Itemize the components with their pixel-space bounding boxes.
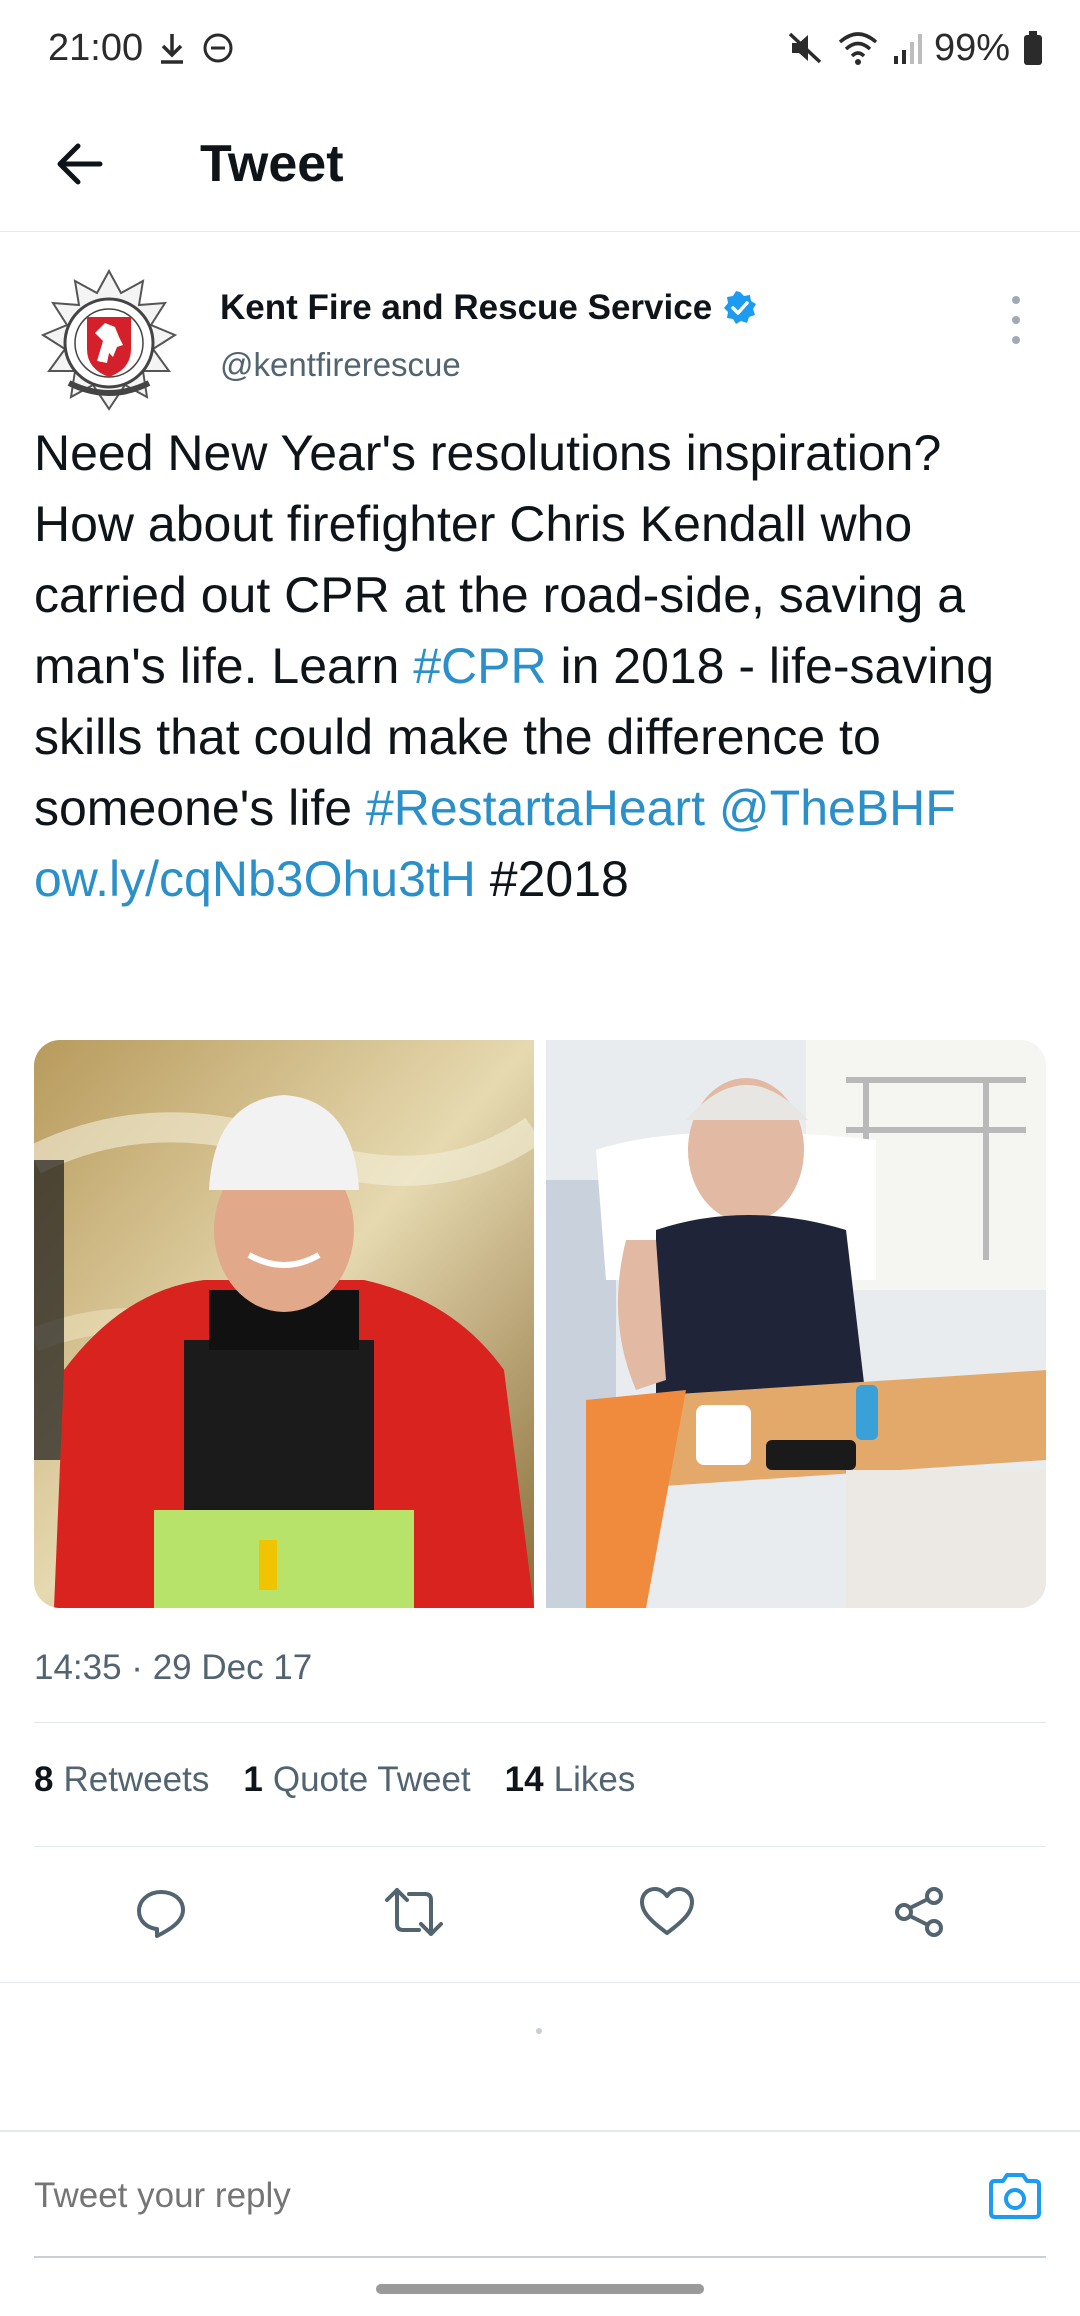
tweet-text-segment: [956, 780, 970, 836]
media-grid: [34, 1040, 1046, 1608]
divider: [34, 1846, 1046, 1847]
retweets-stat[interactable]: 8 Retweets: [34, 1760, 209, 1800]
divider: [0, 1982, 1080, 1983]
avatar[interactable]: [34, 268, 184, 418]
reply-underline: [34, 2256, 1046, 2258]
mute-icon: [786, 30, 824, 66]
share-button[interactable]: [875, 1867, 965, 1957]
author-handle[interactable]: @kentfirerescue: [220, 346, 461, 384]
tweet-link[interactable]: #RestartaHeart: [366, 780, 705, 836]
share-icon: [894, 1887, 943, 1937]
more-dot: [1012, 296, 1020, 304]
wifi-icon: [836, 30, 880, 66]
tweet-link[interactable]: #CPR: [413, 638, 546, 694]
reply-input[interactable]: [34, 2176, 984, 2216]
battery-icon: [1022, 30, 1044, 66]
divider: [34, 1722, 1046, 1723]
camera-icon: [989, 2173, 1041, 2219]
battery-percent: 99%: [933, 26, 1010, 69]
patient-photo-image: [546, 1040, 1046, 1608]
back-arrow-icon: [57, 143, 103, 184]
retweets-label: Retweets: [63, 1760, 210, 1799]
fire-brigade-badge-icon: [40, 268, 178, 411]
verified-badge-icon: [724, 291, 757, 324]
back-button[interactable]: [40, 124, 120, 204]
tweet-link[interactable]: @TheBHF: [719, 780, 956, 836]
quote-tweets-stat[interactable]: 1 Quote Tweet: [243, 1760, 470, 1800]
camera-button[interactable]: [984, 2165, 1046, 2227]
page-title: Tweet: [200, 134, 344, 193]
download-icon: [157, 30, 187, 66]
tweet-text-segment: [705, 780, 719, 836]
more-options-button[interactable]: [996, 290, 1036, 350]
author-name-row[interactable]: Kent Fire and Rescue Service: [220, 288, 758, 328]
signal-icon: [892, 30, 922, 66]
quotes-label: Quote Tweet: [272, 1760, 471, 1799]
tweet-link[interactable]: ow.ly/​cqNb3Ohu3tH: [34, 851, 476, 907]
app-header: Tweet: [0, 96, 1080, 232]
status-time: 21:00: [48, 26, 144, 69]
tweet-timestamp: 14:35 · 29 Dec 17: [34, 1648, 313, 1687]
gesture-navigation-bar[interactable]: [376, 2284, 704, 2294]
quotes-count: 1: [243, 1760, 263, 1799]
firefighter-photo-image: [34, 1040, 543, 1608]
status-right: 99%: [786, 27, 1044, 70]
tweet-actions: [34, 1862, 1046, 1962]
status-bar: 21:00 99%: [0, 0, 1080, 96]
retweet-icon: [384, 1888, 443, 1936]
more-dot: [1012, 316, 1020, 324]
likes-stat[interactable]: 14 Likes: [505, 1760, 636, 1800]
do-not-disturb-icon: [201, 31, 235, 65]
like-button[interactable]: [622, 1867, 712, 1957]
loading-indicator: [536, 2028, 542, 2034]
reply-icon: [136, 1890, 185, 1938]
retweet-button[interactable]: [369, 1867, 459, 1957]
status-left: 21:00: [48, 27, 235, 70]
likes-count: 14: [504, 1760, 544, 1799]
more-dot: [1012, 336, 1020, 344]
tweet-photo-patient[interactable]: [546, 1040, 1046, 1608]
tweet-text-segment: #2018: [475, 851, 629, 907]
author-name[interactable]: Kent Fire and Rescue Service: [220, 288, 712, 328]
retweets-count: 8: [34, 1760, 54, 1799]
tweet-photo-firefighter[interactable]: [34, 1040, 543, 1608]
tweet-header: Kent Fire and Rescue Service @kentfirere…: [34, 262, 1046, 422]
reply-bar: [0, 2130, 1080, 2260]
likes-label: Likes: [553, 1760, 636, 1799]
tweet-stats: 8 Retweets 1 Quote Tweet 14 Likes: [34, 1760, 635, 1800]
tweet-text: Need New Year's resolutions inspiration?…: [34, 418, 1046, 915]
heart-icon: [639, 1887, 694, 1935]
reply-button[interactable]: [116, 1867, 206, 1957]
